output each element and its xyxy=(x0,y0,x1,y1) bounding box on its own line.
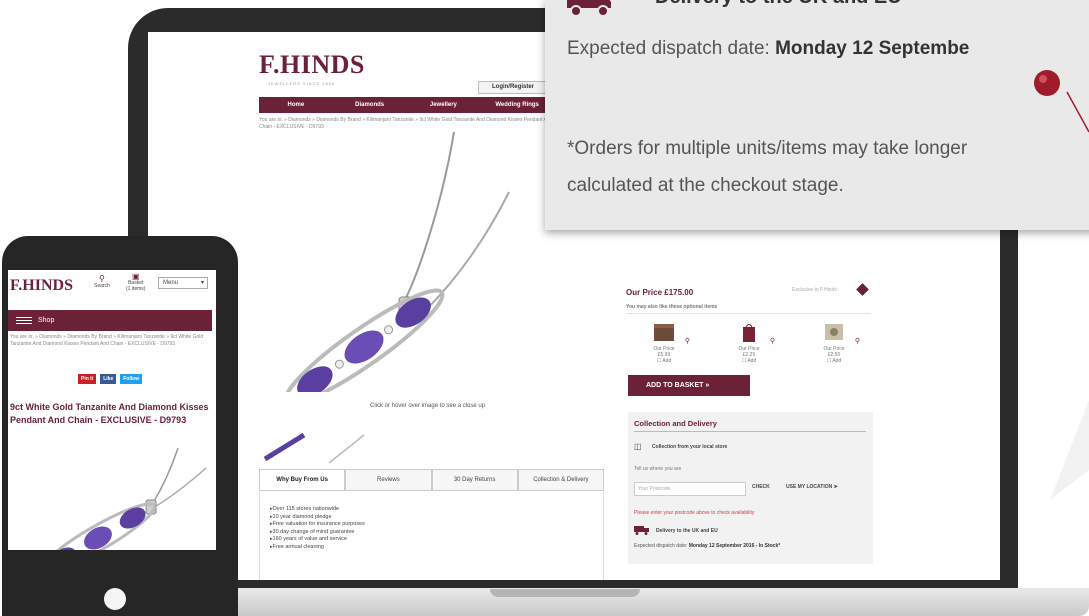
pin-icon xyxy=(1034,70,1060,96)
product-price: Our Price £175.00 xyxy=(626,288,694,297)
nav-item-home[interactable]: Home xyxy=(259,102,333,108)
add-to-basket-button[interactable]: ADD TO BASKET » xyxy=(628,375,750,396)
list-item: 30 day change of mind guarantee xyxy=(270,529,593,537)
chevron-down-icon: ▾ xyxy=(200,280,204,286)
laptop-notch xyxy=(490,589,640,597)
collection-title: Collection and Delivery xyxy=(634,419,866,432)
gift-bag-icon[interactable] xyxy=(737,322,761,342)
tab-why-buy[interactable]: Why Buy From Us xyxy=(259,469,346,490)
zoom-dispatch-text: Expected dispatch date: Monday 12 Septem… xyxy=(567,38,970,59)
mobile-breadcrumb[interactable]: You are in: » Diamonds » Diamonds By Bra… xyxy=(10,334,210,347)
diamond-icon xyxy=(856,283,869,296)
phone-home-button[interactable] xyxy=(104,588,126,610)
optional-items: ⚲ Our Price £5.99 ☐ Add ⚲ Our Price £2.2… xyxy=(634,322,864,364)
twitter-follow-button[interactable]: Follow xyxy=(120,374,143,384)
main-nav: Home Diamonds Jewellery Wedding Rings xyxy=(259,97,554,113)
list-item: Over 115 stores nationwide xyxy=(270,506,593,514)
social-buttons: Pin it Like Follow xyxy=(78,374,143,384)
product-panel: Our Price £175.00 Exclusive to F.Hinds Y… xyxy=(620,280,875,570)
add-checkbox[interactable]: ☐ Add xyxy=(804,358,864,364)
exclusive-label: Exclusive to F.Hinds xyxy=(792,287,837,293)
phone-screen: F.HINDS ⚲ Search ▣ Basket (1 items) Menu ▾ S… xyxy=(8,270,216,550)
mobile-product-image[interactable] xyxy=(28,448,208,550)
why-buy-list: Over 115 stores nationwide 10 year diamo… xyxy=(259,492,604,580)
nav-item-wedding-rings[interactable]: Wedding Rings xyxy=(480,102,554,108)
mobile-basket-button[interactable]: ▣ Basket (1 items) xyxy=(126,273,145,293)
tab-collection-delivery[interactable]: Collection & Delivery xyxy=(517,469,604,490)
location-arrow-icon: ➤ xyxy=(833,484,838,490)
use-my-location-button[interactable]: USE MY LOCATION ➤ xyxy=(786,484,838,490)
truck-icon xyxy=(634,526,649,535)
list-item: Free valuation for insurance purposes xyxy=(270,521,593,529)
zoom-note: *Orders for multiple units/items may tak… xyxy=(567,138,968,196)
search-icon: ⚲ xyxy=(98,274,105,283)
add-checkbox[interactable]: ☐ Add xyxy=(634,358,694,364)
check-button[interactable]: CHECK xyxy=(752,484,770,490)
tab-returns[interactable]: 30 Day Returns xyxy=(431,469,518,490)
nav-item-diamonds[interactable]: Diamonds xyxy=(333,102,407,108)
pinterest-button[interactable]: Pin it xyxy=(78,374,97,384)
list-item: 160 years of value and service xyxy=(270,536,593,544)
product-image[interactable] xyxy=(274,132,514,392)
tab-reviews[interactable]: Reviews xyxy=(345,469,432,490)
collection-store-label: Collection from your local store xyxy=(652,444,728,450)
info-tabs: Why Buy From Us Reviews 30 Day Returns C… xyxy=(259,469,604,491)
list-item: Free annual cleaning xyxy=(270,544,593,552)
postcode-input[interactable]: Your Postcode xyxy=(634,482,746,496)
facebook-like-button[interactable]: Like xyxy=(100,374,117,384)
zoom-icon[interactable]: ⚲ xyxy=(855,337,860,345)
nav-item-jewellery[interactable]: Jewellery xyxy=(407,102,481,108)
mobile-shop-bar[interactable]: Shop xyxy=(8,310,212,331)
optional-items-heading: You may also like these optional items xyxy=(626,304,871,314)
truck-icon xyxy=(567,0,611,17)
breadcrumb[interactable]: You are in: » Diamonds » Diamonds By Bra… xyxy=(259,117,559,131)
zoom-delivery-label: Delivery to the UK and EU xyxy=(655,0,902,9)
zoom-callout: Delivery to the UK and EU Expected dispa… xyxy=(545,0,1089,230)
zoom-icon[interactable]: ⚲ xyxy=(770,337,775,345)
mobile-product-title: 9ct White Gold Tanzanite And Diamond Kis… xyxy=(10,402,209,425)
mobile-menu-select[interactable]: Menu ▾ xyxy=(158,277,208,289)
optional-item: ⚲ Our Price £2.50 ☐ Add xyxy=(804,322,864,364)
hamburger-icon[interactable] xyxy=(16,317,32,324)
optional-item: ⚲ Our Price £5.99 ☐ Add xyxy=(634,322,694,364)
collection-delivery-box: Collection and Delivery ◫ Collection fro… xyxy=(628,412,873,564)
mobile-site-logo[interactable]: F.HINDS xyxy=(10,277,73,295)
login-register-button[interactable]: Login/Register xyxy=(478,81,548,94)
dispatch-text: Expected dispatch date: Monday 12 Septem… xyxy=(634,543,781,549)
postcode-warning: Please enter your postcode above to chec… xyxy=(634,510,755,516)
site-logo[interactable]: F.HINDS xyxy=(259,50,365,80)
mobile-search-button[interactable]: ⚲ Search xyxy=(94,274,110,289)
phone-frame: F.HINDS ⚲ Search ▣ Basket (1 items) Menu ▾ S… xyxy=(2,236,238,616)
store-icon: ◫ xyxy=(634,442,642,451)
add-checkbox[interactable]: ☐ Add xyxy=(719,358,779,364)
gift-box-icon[interactable] xyxy=(652,322,676,342)
logo-tagline: JEWELLERS SINCE 1856 xyxy=(268,81,336,86)
zoom-icon[interactable]: ⚲ xyxy=(685,337,690,345)
thumbnail-strip[interactable] xyxy=(259,417,399,469)
image-hint: Click or hover over image to see a close… xyxy=(370,403,486,409)
delivery-label: Delivery to the UK and EU xyxy=(656,528,718,534)
list-item: 10 year diamond pledge xyxy=(270,514,593,522)
card-icon[interactable] xyxy=(822,322,846,342)
tell-us-label: Tell us where you are xyxy=(634,466,682,472)
optional-item: ⚲ Our Price £2.25 ☐ Add xyxy=(719,322,779,364)
